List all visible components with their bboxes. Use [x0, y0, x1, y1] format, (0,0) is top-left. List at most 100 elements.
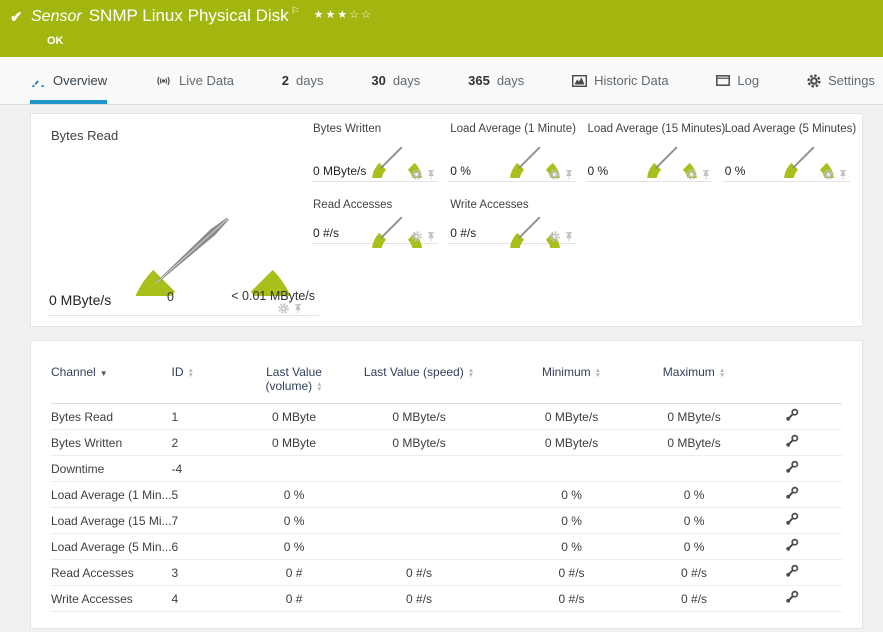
channel-last-value-volume [246, 455, 342, 482]
gauge-pin-icon[interactable] [701, 169, 711, 180]
gauge-settings-icon[interactable] [823, 169, 834, 180]
gauge-cell: Load Average (15 Minutes) 0 % [585, 120, 725, 182]
priority-stars[interactable]: ★★★☆☆ [314, 9, 373, 21]
tab-live-data[interactable]: Live Data [155, 57, 234, 104]
gauge-cell: Write Accesses 0 #/s [448, 196, 576, 248]
channel-id: 7 [171, 507, 247, 534]
gauge-value: 0 % [587, 164, 609, 178]
channel-id: 3 [171, 559, 247, 586]
sort-icon: ▲ ▼ [187, 366, 194, 379]
channel-name: Read Accesses [51, 559, 172, 586]
gauge-dial [135, 217, 291, 296]
edit-channel-wrench-icon[interactable] [785, 564, 799, 581]
channel-last-value-speed: 0 MByte/s [341, 403, 497, 430]
col-header-channel[interactable]: Channel ▼ [51, 359, 172, 404]
col-header-last-volume[interactable]: Last Value (volume) ▲ ▼ [246, 359, 342, 404]
channel-row: Write Accesses 4 0 # 0 #/s 0 #/s 0 #/s [51, 585, 842, 612]
edit-channel-wrench-icon[interactable] [785, 434, 799, 451]
sort-desc-icon: ▼ [99, 369, 108, 378]
channel-maximum: 0 MByte/s [646, 403, 742, 430]
channel-id: 2 [171, 429, 247, 456]
tab-30-days[interactable]: 30 days [371, 57, 420, 104]
chart-icon [572, 74, 588, 87]
gauge-pin-icon[interactable] [838, 169, 848, 180]
edit-channel-wrench-icon[interactable] [785, 486, 799, 503]
channel-last-value-speed: 0 #/s [341, 585, 497, 612]
gauge-cell: Bytes Written 0 MByte/s [311, 120, 439, 182]
gauge-settings-icon[interactable] [548, 169, 560, 180]
gauge-value: 0 #/s [450, 226, 477, 240]
sensor-title: SNMP Linux Physical Disk [88, 6, 289, 25]
edit-channel-wrench-icon[interactable] [785, 590, 799, 607]
gauge-settings-icon[interactable] [686, 169, 697, 180]
sort-icon: ▲ ▼ [718, 366, 726, 379]
channel-row: Load Average (5 Min... 6 0 % 0 % 0 % [51, 533, 842, 560]
flag-icon[interactable]: ⚐ [291, 6, 300, 17]
channel-table-panel: Channel ▼ ID ▲ ▼ Last Value (volume) ▲ ▼ Last… [30, 340, 863, 629]
channel-maximum [646, 455, 742, 482]
channel-row: Load Average (1 Min... 5 0 % 0 % 0 % [51, 481, 842, 508]
channel-id: 4 [171, 585, 247, 612]
gauge-value: 0 MByte/s [313, 164, 367, 178]
channel-table: Channel ▼ ID ▲ ▼ Last Value (volume) ▲ ▼ Last… [51, 359, 842, 612]
table-header-row: Channel ▼ ID ▲ ▼ Last Value (volume) ▲ ▼ Last… [51, 359, 842, 404]
edit-channel-wrench-icon[interactable] [785, 408, 799, 425]
channel-name: Bytes Written [51, 429, 172, 456]
tab-log[interactable]: Log [716, 57, 759, 104]
gauge-pin-icon[interactable] [426, 169, 436, 180]
gauge-icon [31, 80, 45, 87]
gauge-settings-icon[interactable] [411, 231, 422, 242]
tab-overview[interactable]: Overview [30, 57, 108, 104]
tab-2-days[interactable]: 2 days [282, 57, 324, 104]
channel-row: Downtime -4 [51, 455, 842, 482]
broadcast-icon [157, 76, 170, 85]
status-badge: OK [47, 35, 64, 47]
gauge-pin-icon[interactable] [564, 169, 574, 180]
col-header-id[interactable]: ID ▲ ▼ [171, 359, 247, 404]
channel-maximum: 0 #/s [646, 585, 742, 612]
col-header-maximum[interactable]: Maximum ▲ ▼ [646, 359, 742, 404]
edit-channel-wrench-icon[interactable] [785, 460, 799, 477]
tab-settings[interactable]: Settings [807, 57, 875, 104]
channel-last-value-speed [341, 481, 497, 508]
channel-id: 5 [171, 481, 247, 508]
channel-last-value-volume: 0 % [246, 481, 342, 508]
channel-minimum: 0 MByte/s [496, 403, 647, 430]
channel-minimum: 0 #/s [496, 559, 647, 586]
gauge-label: Bytes Read [51, 128, 119, 143]
tab-historic-data[interactable]: Historic Data [572, 57, 669, 104]
gauge-pin-icon[interactable] [293, 303, 303, 314]
status-ok-check-icon: ✔ [10, 9, 23, 26]
channel-minimum: 0 % [496, 533, 647, 560]
channel-id: 1 [171, 403, 247, 430]
col-header-last-speed[interactable]: Last Value (speed) ▲ ▼ [341, 359, 497, 404]
edit-channel-wrench-icon[interactable] [785, 538, 799, 555]
gauge-cell: Read Accesses 0 #/s [311, 196, 439, 248]
channel-name: Write Accesses [51, 585, 172, 612]
edit-channel-wrench-icon[interactable] [785, 512, 799, 529]
gauge-settings-icon[interactable] [278, 303, 289, 314]
gauge-scale-min: 0 [167, 290, 174, 304]
col-header-minimum[interactable]: Minimum ▲ ▼ [496, 359, 647, 404]
gauge-pin-icon[interactable] [426, 231, 436, 242]
channel-last-value-speed [341, 455, 497, 482]
gauge-value: 0 #/s [313, 226, 340, 240]
gauge-settings-icon[interactable] [548, 231, 560, 242]
channel-id: 6 [171, 533, 247, 560]
gauge-cell: Load Average (1 Minute) 0 % [448, 120, 576, 182]
channel-maximum: 0 % [646, 533, 742, 560]
gauge-pin-icon[interactable] [564, 231, 574, 242]
channel-last-value-volume: 0 % [246, 507, 342, 534]
channel-row: Load Average (15 Mi... 7 0 % 0 % 0 % [51, 507, 842, 534]
small-gauges-grid: Bytes Written 0 MByte/s Load Average (1 … [311, 120, 856, 248]
sensor-header: ✔ Sensor SNMP Linux Physical Disk ⚐ ★★★☆☆ O… [0, 0, 883, 57]
channel-name: Load Average (5 Min... [51, 533, 172, 560]
channel-minimum: 0 % [496, 507, 647, 534]
channel-last-value-speed: 0 #/s [341, 559, 497, 586]
object-kind-label: Sensor [31, 8, 82, 25]
channel-name: Load Average (1 Min... [51, 481, 172, 508]
sort-icon: ▲ ▼ [316, 380, 323, 393]
channel-last-value-speed [341, 507, 497, 534]
gauge-settings-icon[interactable] [411, 169, 422, 180]
tab-365-days[interactable]: 365 days [468, 57, 524, 104]
